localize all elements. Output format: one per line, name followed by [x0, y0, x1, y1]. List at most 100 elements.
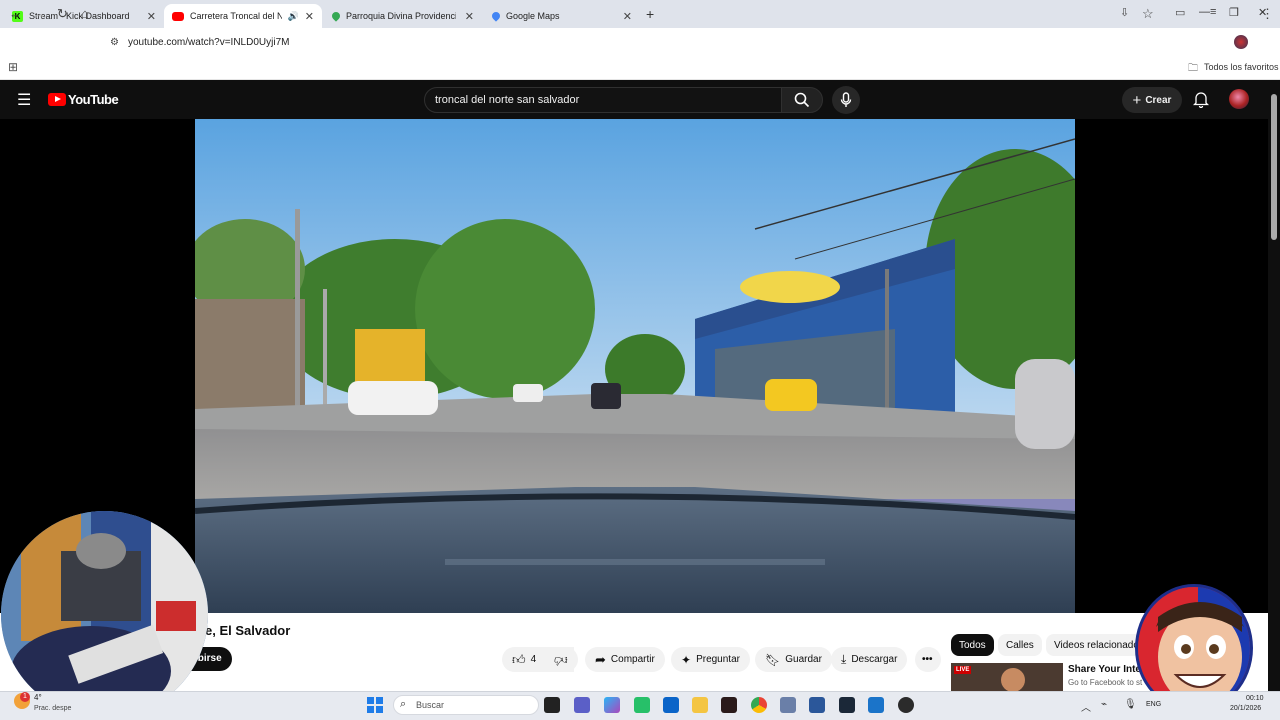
search-icon: ⌕ — [400, 698, 407, 710]
reload-icon[interactable]: ↻ — [57, 6, 68, 22]
search-button[interactable] — [781, 87, 823, 113]
microphone-icon[interactable]: 🎙︎ — [1124, 699, 1137, 710]
profile-avatar[interactable] — [1234, 35, 1248, 49]
scrollbar-thumb[interactable] — [1271, 94, 1277, 240]
search-input[interactable]: troncal del norte san salvador — [424, 87, 782, 113]
chevron-up-icon[interactable]: ︿ — [1081, 699, 1091, 714]
camera-icon[interactable] — [780, 697, 796, 713]
network-icon[interactable]: ⌁ — [1101, 699, 1107, 710]
video-player[interactable] — [195, 119, 1075, 613]
forward-icon[interactable]: → — [33, 6, 46, 21]
save-label: Guardar — [785, 654, 822, 665]
dislike-button[interactable]: 👍︎ — [546, 647, 578, 672]
all-bookmarks-link[interactable]: Todos los favoritos — [1204, 62, 1279, 72]
hamburger-menu-icon[interactable]: ☰ — [17, 90, 31, 110]
camtasia-icon[interactable] — [634, 697, 650, 713]
thumbs-down-icon: 👍︎ — [554, 652, 568, 668]
teams-icon[interactable] — [574, 697, 590, 713]
site-info-icon[interactable]: ⚙ — [110, 37, 119, 48]
person-face — [1001, 668, 1025, 691]
download-icon: ⤓ — [841, 652, 847, 666]
bookmark-icon: 🔖︎ — [765, 652, 781, 667]
ask-label: Preguntar — [696, 654, 740, 665]
video-frame — [195, 119, 1075, 613]
language-indicator[interactable]: ENG — [1146, 701, 1161, 708]
more-horizontal-icon: ••• — [922, 654, 933, 665]
copilot-icon[interactable] — [604, 697, 620, 713]
apps-grid-icon[interactable]: ⊞ — [8, 60, 18, 74]
chrome-icon[interactable] — [751, 697, 767, 713]
notification-badge: 1 — [20, 692, 30, 702]
minimize-button[interactable]: — — [1199, 6, 1210, 18]
share-arrow-icon: ➦ — [595, 651, 606, 667]
voice-search-button[interactable] — [832, 86, 860, 114]
screen-cast-icon[interactable]: ▭ — [1175, 6, 1185, 19]
close-tab-icon[interactable]: ✕ — [147, 10, 156, 23]
new-tab-button[interactable]: + — [646, 6, 654, 22]
share-button[interactable]: ➦ Compartir — [585, 647, 665, 672]
bookmark-star-icon[interactable]: ☆ — [1142, 6, 1154, 22]
save-button[interactable]: 🔖︎ Guardar — [755, 647, 832, 672]
ask-button[interactable]: ✦ Preguntar — [671, 647, 750, 672]
file-explorer-icon[interactable] — [692, 697, 708, 713]
weather-subtitle: Prac. despe — [34, 705, 72, 712]
chip-streets[interactable]: Calles — [998, 634, 1042, 656]
download-button[interactable]: ⤓ Descargar — [831, 647, 908, 672]
recommended-subtitle: Go to Facebook to st — [1068, 678, 1143, 687]
install-app-icon[interactable]: ⇩ — [1120, 6, 1129, 19]
url-text: youtube.com/watch?v=INLD0Uyji7M — [128, 37, 290, 48]
youtube-icon — [172, 11, 184, 21]
tab-youtube-video[interactable]: Carretera Troncal del Norte 🔊 ✕ — [164, 4, 322, 28]
close-tab-icon[interactable]: ✕ — [623, 10, 632, 23]
clock-time[interactable]: 00:10 — [1246, 695, 1264, 702]
close-tab-icon[interactable]: ✕ — [305, 10, 314, 23]
search-icon — [794, 92, 810, 108]
task-view-icon[interactable] — [544, 697, 560, 713]
create-button[interactable]: + Crear — [1122, 87, 1182, 113]
maps-pin-icon — [490, 10, 502, 22]
tab-label: Parroquia Divina Providencia - — [346, 11, 456, 21]
live-badge: LIVE — [954, 666, 972, 674]
taskbar-search-placeholder: Buscar — [416, 700, 445, 710]
more-actions-button[interactable]: ••• — [915, 647, 941, 672]
account-avatar[interactable] — [1229, 89, 1249, 109]
back-icon[interactable]: ← — [9, 6, 22, 21]
outlook-icon[interactable] — [663, 697, 679, 713]
youtube-logo-icon[interactable] — [48, 93, 66, 106]
store-icon[interactable] — [868, 697, 884, 713]
like-count: 4 — [530, 654, 537, 665]
close-tab-icon[interactable]: ✕ — [465, 10, 474, 23]
windows-start-icon[interactable] — [367, 697, 383, 713]
chip-related-videos[interactable]: Videos relacionado — [1046, 634, 1142, 656]
notifications-bell-icon[interactable] — [1193, 91, 1209, 108]
thumbs-up-icon: 👍︎ — [512, 651, 526, 667]
word-icon[interactable] — [809, 697, 825, 713]
maps-pin-icon — [330, 10, 342, 22]
tab-google-maps[interactable]: Google Maps ✕ — [484, 4, 640, 28]
home-icon[interactable]: ⌂ — [81, 6, 89, 21]
chip-all[interactable]: Todos — [951, 634, 994, 656]
taskbar-search-box[interactable]: ⌕ Buscar — [393, 695, 539, 715]
obs-icon[interactable] — [898, 697, 914, 713]
menu-kebab-icon[interactable]: ⋮ — [1261, 6, 1274, 22]
speaker-icon[interactable]: 🔊 — [288, 11, 299, 22]
microphone-icon — [840, 92, 852, 107]
tab-label: Carretera Troncal del Norte — [190, 11, 282, 21]
bookmarks-bar — [0, 56, 1280, 80]
clock-date[interactable]: 20/1/2026 — [1230, 705, 1261, 712]
maximize-button[interactable]: ❐ — [1229, 6, 1239, 19]
create-label: Crear — [1145, 94, 1172, 106]
sparkle-icon: ✦ — [681, 652, 692, 667]
steam-icon[interactable] — [839, 697, 855, 713]
webcam-overlay — [1, 511, 208, 718]
weather-temp: 4° — [34, 693, 42, 702]
youtube-logo-text[interactable]: YouTube — [68, 92, 119, 107]
share-label: Compartir — [610, 654, 655, 665]
tab-parroquia-map[interactable]: Parroquia Divina Providencia - ✕ — [324, 4, 482, 28]
tab-search-icon[interactable]: ≡ — [1210, 6, 1216, 18]
media-app-icon[interactable] — [721, 697, 737, 713]
webcam-feed — [1, 511, 208, 718]
recommended-thumbnail[interactable]: LIVE — [951, 663, 1063, 691]
video-title: e, El Salvador — [205, 623, 291, 638]
recommended-title[interactable]: Share Your Inter — [1068, 664, 1145, 675]
